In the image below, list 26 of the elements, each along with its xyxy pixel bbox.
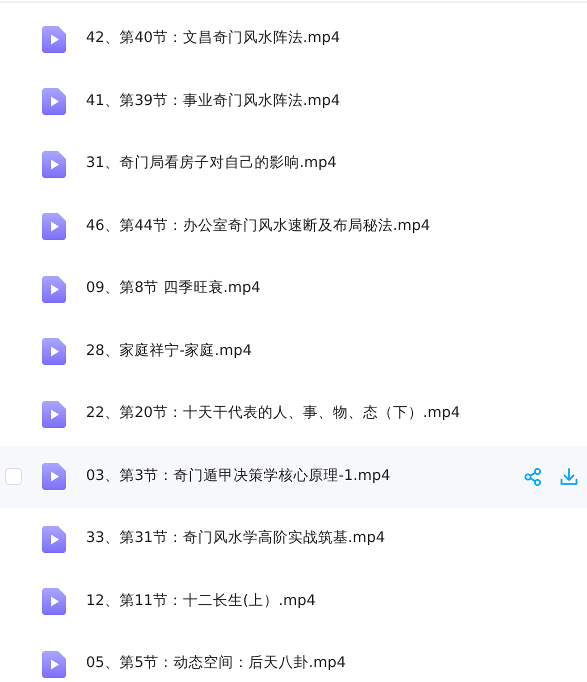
- file-name[interactable]: 05、第5节：动态空间：后天八卦.mp4: [86, 653, 579, 676]
- video-file-icon: [42, 400, 66, 428]
- file-name[interactable]: 22、第20节：十天干代表的人、事、物、态（下）.mp4: [86, 403, 579, 426]
- video-file-icon: [42, 213, 66, 240]
- file-name[interactable]: 41、第39节：事业奇门风水阵法.mp4: [86, 90, 579, 113]
- file-name[interactable]: 09、第8节 四季旺衰.mp4: [86, 278, 579, 300]
- file-name[interactable]: 03、第3节：奇门遁甲决策学核心原理-1.mp4: [86, 466, 523, 488]
- share-icon[interactable]: [523, 466, 543, 487]
- file-name[interactable]: 42、第40节：文昌奇门风水阵法.mp4: [86, 28, 579, 50]
- video-file-icon: [42, 463, 66, 490]
- video-file-icon: [42, 150, 66, 178]
- video-file-icon: [42, 26, 66, 53]
- file-row-highlight[interactable]: 03、第3节：奇门遁甲决策学核心原理-1.mp4: [0, 446, 587, 508]
- file-name[interactable]: 31、奇门局看房子对自己的影响.mp4: [86, 153, 579, 176]
- video-file-icon: [42, 650, 66, 678]
- checkbox[interactable]: [5, 468, 22, 486]
- file-name[interactable]: 33、第31节：奇门风水学高阶实战筑基.mp4: [86, 528, 579, 550]
- video-file-icon: [42, 88, 66, 116]
- download-icon[interactable]: [559, 466, 579, 487]
- file-name[interactable]: 12、第11节：十二长生(上）.mp4: [86, 590, 579, 613]
- file-name[interactable]: 46、第44节：办公室奇门风水速断及布局秘法.mp4: [86, 216, 579, 238]
- video-file-icon: [42, 526, 66, 553]
- file-name[interactable]: 28、家庭祥宁-家庭.mp4: [86, 340, 579, 363]
- video-file-icon: [42, 338, 66, 366]
- video-file-icon: [42, 276, 66, 303]
- video-file-icon: [42, 588, 66, 616]
